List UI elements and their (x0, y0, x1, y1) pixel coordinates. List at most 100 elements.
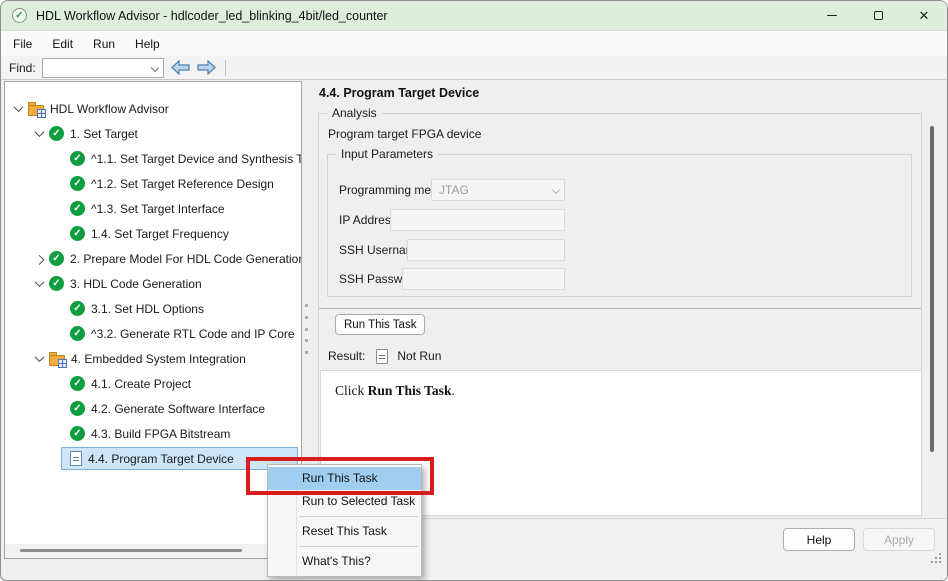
hdl-workflow-advisor-window: HDL Workflow Advisor - hdlcoder_led_blin… (0, 0, 948, 581)
tree-item-4-2-generate-software-interface[interactable]: 4.2. Generate Software Interface (5, 396, 301, 421)
result-status: Not Run (397, 349, 441, 363)
folder-icon (28, 105, 44, 116)
apply-button[interactable]: Apply (863, 528, 935, 551)
task-title: 4.4. Program Target Device (319, 86, 479, 100)
tree-item-hdl-workflow-advisor[interactable]: HDL Workflow Advisor (5, 96, 301, 121)
title-bar: HDL Workflow Advisor - hdlcoder_led_blin… (1, 1, 947, 31)
tree-item-label: ^1.3. Set Target Interface (91, 202, 225, 216)
workflow-tree-panel: HDL Workflow Advisor 1. Set Target ^1.1. S… (4, 81, 302, 559)
passed-check-icon (49, 251, 64, 266)
analysis-groupbox: Analysis Program target FPGA device Inpu… (318, 113, 922, 516)
app-check-icon (12, 8, 27, 23)
tree-item-3-1-set-hdl-options[interactable]: 3.1. Set HDL Options (5, 296, 301, 321)
find-previous-button[interactable] (171, 60, 190, 75)
tree-item-1-1-set-target-device-and-synthesis-tool[interactable]: ^1.1. Set Target Device and Synthesis To… (5, 146, 301, 171)
tree-item-4-embedded-system-integration[interactable]: 4. Embedded System Integration (5, 346, 301, 371)
tree-item-3-hdl-code-generation[interactable]: 3. HDL Code Generation (5, 271, 301, 296)
context-menu-item-run-this-task[interactable]: Run This Task (268, 467, 421, 490)
passed-check-icon (70, 401, 85, 416)
tree-item-label: 3. HDL Code Generation (70, 277, 202, 291)
tree-item-label: 4.4. Program Target Device (88, 452, 234, 466)
chevron-down-icon[interactable] (34, 277, 44, 287)
tree-item-label: 4.2. Generate Software Interface (91, 402, 265, 416)
chevron-down-icon[interactable] (13, 102, 23, 112)
tree-item-3-2-generate-rtl-code-and-ip-core[interactable]: ^3.2. Generate RTL Code and IP Core (5, 321, 301, 346)
passed-check-icon (70, 326, 85, 341)
context-menu-item-run-to-selected-task[interactable]: Run to Selected Task (268, 490, 421, 513)
passed-check-icon (70, 301, 85, 316)
tree-item-label: HDL Workflow Advisor (50, 102, 169, 116)
close-icon: ✕ (919, 9, 930, 22)
help-button[interactable]: Help (783, 528, 855, 551)
find-toolbar: Find: (1, 56, 947, 80)
context-menu: Run This TaskRun to Selected Task Reset T… (267, 464, 422, 577)
tree-item-1-3-set-target-interface[interactable]: ^1.3. Set Target Interface (5, 196, 301, 221)
scrollbar-thumb[interactable] (20, 549, 242, 552)
passed-check-icon (49, 276, 64, 291)
tree-item-1-set-target[interactable]: 1. Set Target (5, 121, 301, 146)
find-next-button[interactable] (197, 60, 216, 75)
result-row: Result: Not Run (328, 347, 441, 365)
window-controls: ✕ (809, 1, 947, 30)
toolbar-separator (225, 60, 226, 76)
tree-item-4-3-build-fpga-bitstream[interactable]: 4.3. Build FPGA Bitstream (5, 421, 301, 446)
section-separator (319, 308, 921, 309)
tree-item-2-prepare-model-for-hdl-code-generation[interactable]: 2. Prepare Model For HDL Code Generation (5, 246, 301, 271)
ip-address-input (390, 209, 565, 231)
minimize-button[interactable] (809, 1, 855, 30)
menu-run[interactable]: Run (83, 33, 125, 55)
tree-item-1-4-set-target-frequency[interactable]: 1.4. Set Target Frequency (5, 221, 301, 246)
not-run-status-icon (376, 349, 388, 364)
dropdown-value: JTAG (439, 183, 469, 197)
menu-file[interactable]: File (3, 33, 42, 55)
param-row-ip-address: IP Address: (328, 207, 911, 233)
panel-splitter[interactable] (303, 304, 309, 354)
maximize-icon (874, 11, 883, 20)
input-parameters-label: Input Parameters (336, 147, 438, 161)
tree-horizontal-scrollbar[interactable] (5, 544, 301, 558)
passed-check-icon (49, 126, 64, 141)
context-menu-item-reset-this-task[interactable]: Reset This Task (268, 520, 421, 543)
ssh-password-input (402, 268, 565, 290)
tree-item-label: 1. Set Target (70, 127, 138, 141)
menu-help[interactable]: Help (125, 33, 170, 55)
find-input[interactable] (45, 60, 145, 76)
tree-item-4-1-create-project[interactable]: 4.1. Create Project (5, 371, 301, 396)
chevron-down-icon[interactable] (34, 127, 44, 137)
menu-separator (299, 546, 418, 547)
close-button[interactable]: ✕ (901, 1, 947, 30)
param-row-programming-method: Programming method:JTAG (328, 177, 911, 203)
result-message: Click Run This Task. (321, 371, 921, 411)
tree-item-label: 2. Prepare Model For HDL Code Generation (70, 252, 302, 266)
chevron-down-icon[interactable] (34, 352, 44, 362)
tree-item-label: ^3.2. Generate RTL Code and IP Core (91, 327, 295, 341)
window-title: HDL Workflow Advisor - hdlcoder_led_blin… (36, 9, 388, 23)
find-combobox[interactable] (42, 58, 164, 78)
chevron-down-icon (552, 186, 560, 194)
not-run-doc-icon (70, 451, 82, 466)
passed-check-icon (70, 376, 85, 391)
maximize-button[interactable] (855, 1, 901, 30)
passed-check-icon (70, 176, 85, 191)
passed-check-icon (70, 226, 85, 241)
ssh-username-input (407, 239, 565, 261)
chevron-down-icon[interactable] (150, 63, 158, 71)
context-menu-item-what-s-this[interactable]: What's This? (268, 550, 421, 573)
tree-item-4-4-program-target-device[interactable]: 4.4. Program Target Device (5, 446, 301, 471)
tree-item-label: 4.3. Build FPGA Bitstream (91, 427, 230, 441)
input-parameters-groupbox: Input Parameters Programming method:JTAG… (327, 154, 912, 297)
chevron-right-icon[interactable] (34, 255, 44, 265)
param-row-ssh-password: SSH Password: (328, 266, 911, 292)
menu-bar: FileEditRunHelp (1, 31, 947, 56)
vertical-scrollbar-thumb[interactable] (930, 126, 934, 452)
forward-arrow-icon (197, 60, 216, 75)
analysis-label: Analysis (327, 106, 382, 120)
passed-check-icon (70, 426, 85, 441)
find-label: Find: (9, 61, 36, 75)
tree-item-label: 4. Embedded System Integration (71, 352, 246, 366)
run-this-task-button[interactable]: Run This Task (335, 314, 425, 335)
resize-grip-icon[interactable] (931, 553, 942, 564)
menu-edit[interactable]: Edit (42, 33, 83, 55)
tree-item-label: ^1.2. Set Target Reference Design (91, 177, 274, 191)
tree-item-1-2-set-target-reference-design[interactable]: ^1.2. Set Target Reference Design (5, 171, 301, 196)
